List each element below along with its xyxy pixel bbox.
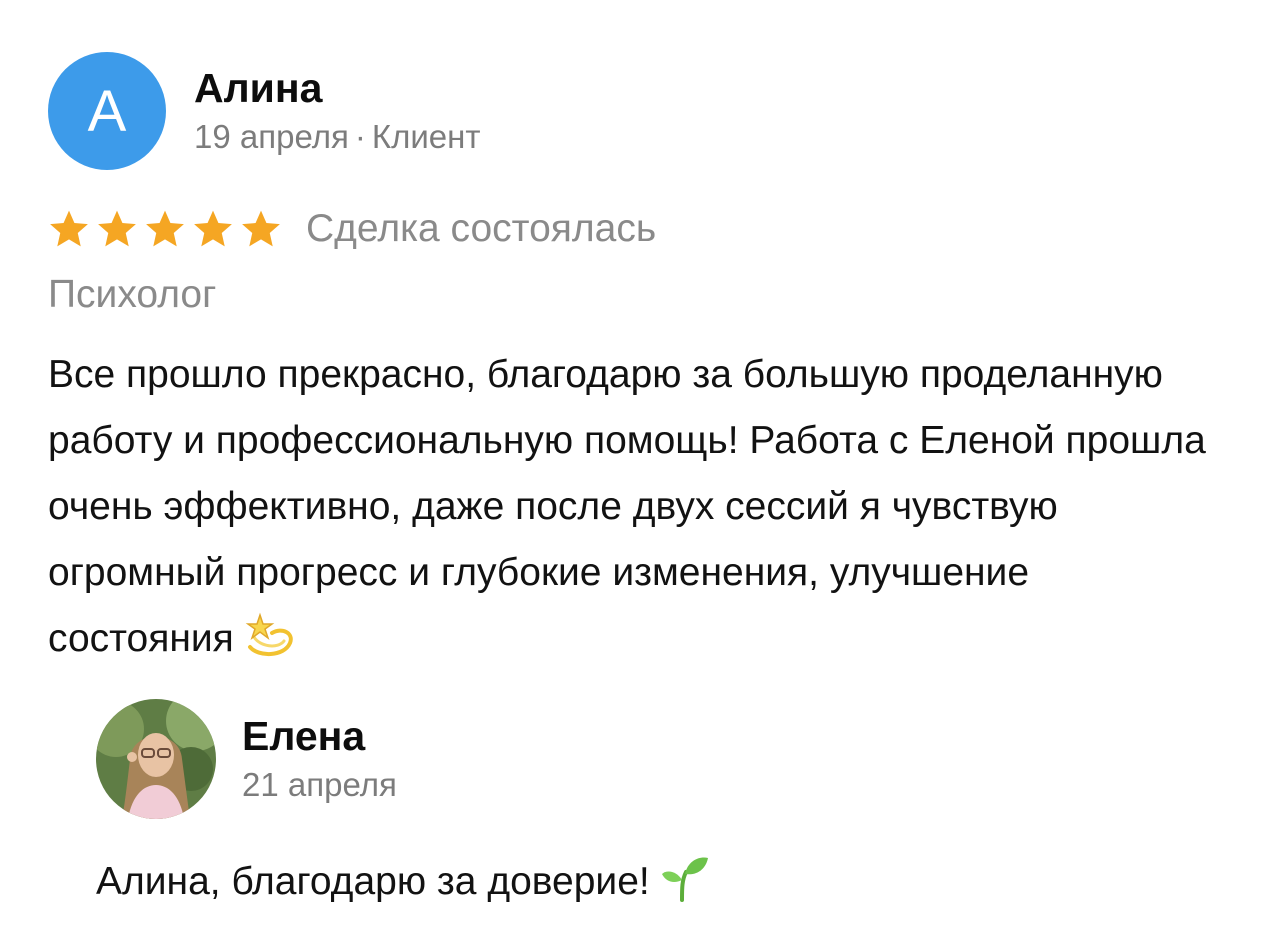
reply-text-body: Алина, благодарю за доверие! xyxy=(96,860,650,903)
author-block: Алина 19 апреля · Клиент xyxy=(194,63,480,159)
photo-avatar-image xyxy=(96,699,216,819)
reply-author-block: Елена 21 апреля xyxy=(242,711,397,807)
star-icon xyxy=(146,210,184,247)
review-card: А Алина 19 апреля · Клиент Сделка состояла… xyxy=(48,50,1248,672)
avatar[interactable]: А xyxy=(48,52,166,170)
star-icon xyxy=(194,210,232,247)
avatar[interactable] xyxy=(96,699,216,819)
reply-author-name[interactable]: Елена xyxy=(242,711,397,761)
star-icon xyxy=(50,210,88,247)
review-text-body: Все прошло прекрасно, благодарю за больш… xyxy=(48,353,1206,660)
star-icon xyxy=(242,210,280,247)
review-meta: 19 апреля · Клиент xyxy=(194,115,480,159)
author-role: Клиент xyxy=(371,118,481,155)
avatar-letter: А xyxy=(87,78,127,144)
author-name[interactable]: Алина xyxy=(194,63,480,113)
seedling-emoji xyxy=(661,857,708,902)
star-rating xyxy=(48,208,282,250)
deal-status: Сделка состоялась xyxy=(306,207,657,250)
meta-separator: · xyxy=(354,118,366,155)
reply-card: Елена 21 апреля Алина, благодарю за дове… xyxy=(96,698,1196,912)
review-text: Все прошло прекрасно, благодарю за больш… xyxy=(48,342,1218,672)
reply-date: 21 апреля xyxy=(242,766,397,803)
star-icon xyxy=(98,210,136,247)
reply-header: Елена 21 апреля xyxy=(96,698,1196,820)
service-category: Психолог xyxy=(48,273,217,316)
reply-text: Алина, благодарю за доверие! xyxy=(96,852,1196,912)
review-date: 19 апреля xyxy=(194,118,349,155)
review-header: А Алина 19 апреля · Клиент xyxy=(48,50,1248,172)
dizzy-star-emoji xyxy=(245,612,293,656)
rating-row: Сделка состоялась xyxy=(48,202,1248,256)
